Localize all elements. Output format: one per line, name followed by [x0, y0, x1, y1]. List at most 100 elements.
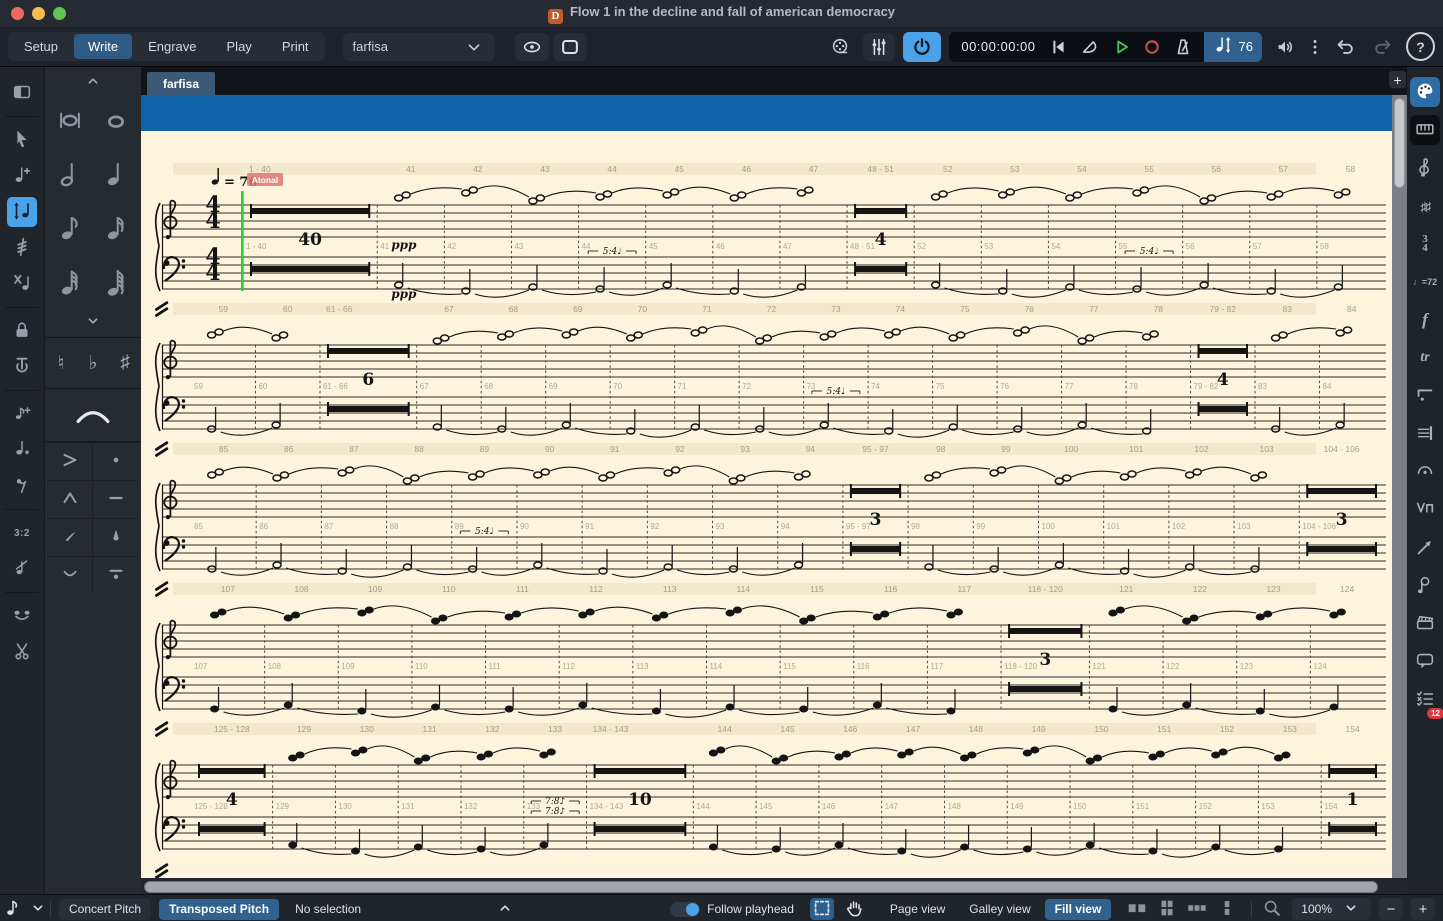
- tie-button[interactable]: [7, 601, 37, 631]
- mode-tab-print[interactable]: Print: [268, 34, 323, 59]
- system-2[interactable]: 59 60 61 - 66 67 68 69 70 71 72 73 74 75 76 77 78 79 - …: [151, 301, 1390, 441]
- staccato-tenuto-button[interactable]: [93, 557, 139, 594]
- unstress-button[interactable]: [47, 557, 93, 594]
- durations-scroll-down[interactable]: [82, 311, 104, 331]
- staccato-button[interactable]: [93, 443, 139, 480]
- sixteenth-note-button[interactable]: [95, 207, 137, 253]
- score-canvas[interactable]: 1 - 40 41 42 43 44 45 46 47 48 - 51 52 53 54 55 56 57 5…: [140, 131, 1393, 878]
- system-3[interactable]: 85 86 87 88 89 90 91 92 93 94 95 - 97 98 99 100 101 102…: [151, 441, 1390, 581]
- tempo-display[interactable]: 76: [1203, 31, 1262, 62]
- mode-tab-setup[interactable]: Setup: [10, 34, 72, 59]
- horizontal-scrollbar[interactable]: [140, 878, 1408, 894]
- eighth-note-button[interactable]: [49, 207, 91, 253]
- flow-selector[interactable]: farfisa: [342, 32, 495, 61]
- lines-button[interactable]: [1410, 533, 1440, 563]
- tenuto-button[interactable]: [93, 481, 139, 518]
- playhead-flag-button[interactable]: [1078, 35, 1102, 59]
- zoom-tool-button[interactable]: [1260, 898, 1284, 920]
- dynamics-button[interactable]: f: [1410, 305, 1440, 335]
- flat-button[interactable]: ♭: [78, 344, 108, 382]
- concert-pitch-button[interactable]: Concert Pitch: [59, 898, 152, 920]
- zoom-in-button[interactable]: +: [1411, 898, 1435, 920]
- sixtyfourth-note-button[interactable]: [95, 261, 137, 307]
- mixer-button[interactable]: [863, 32, 896, 61]
- insert-mode-button[interactable]: [7, 269, 37, 299]
- system-6-partial[interactable]: [151, 861, 1390, 878]
- select-arrow-button[interactable]: [7, 125, 37, 155]
- vertical-scrollbar[interactable]: [1392, 95, 1408, 878]
- hand-tool-button[interactable]: [842, 898, 866, 920]
- repeat-structures-button[interactable]: [1410, 381, 1440, 411]
- comments-button[interactable]: [1410, 647, 1440, 677]
- grace-note-slash-button[interactable]: [7, 554, 37, 584]
- sharp-button[interactable]: ♯: [110, 344, 140, 382]
- video-button[interactable]: [825, 34, 855, 60]
- metronome-button[interactable]: [1171, 35, 1195, 59]
- force-duration-button[interactable]: [7, 352, 37, 382]
- figured-bass-button[interactable]: [1410, 571, 1440, 601]
- zoom-out-button[interactable]: −: [1379, 898, 1403, 920]
- redo-button[interactable]: [1368, 34, 1398, 60]
- undo-button[interactable]: [1330, 34, 1360, 60]
- lock-durations-button[interactable]: [7, 316, 37, 346]
- window-mode-button[interactable]: [552, 32, 587, 61]
- pitch-before-duration-button[interactable]: [6, 197, 37, 227]
- transport-menu-button[interactable]: [1308, 34, 1322, 60]
- bars-barlines-button[interactable]: [1410, 419, 1440, 449]
- record-button[interactable]: [1140, 35, 1164, 59]
- spread-pairs-button[interactable]: [1125, 898, 1149, 920]
- tuplets-button[interactable]: 3:2: [7, 518, 37, 548]
- mode-tab-write[interactable]: Write: [73, 34, 133, 59]
- ornaments-button[interactable]: tr: [1410, 343, 1440, 373]
- slur-button[interactable]: [48, 395, 138, 439]
- tremolo-button[interactable]: [7, 233, 37, 263]
- follow-playhead-toggle[interactable]: [670, 901, 701, 917]
- stress-button[interactable]: [47, 519, 93, 556]
- audio-engine-button[interactable]: [903, 31, 942, 62]
- document-tab-farfisa[interactable]: farfisa: [146, 72, 215, 95]
- accent-button[interactable]: [47, 443, 93, 480]
- grace-notes-button[interactable]: [7, 399, 37, 429]
- pages-column-button[interactable]: [1215, 898, 1239, 920]
- pages-row-button[interactable]: [1185, 898, 1209, 920]
- add-tab-button[interactable]: +: [1389, 71, 1407, 88]
- rests-button[interactable]: [7, 471, 37, 501]
- marquee-tool-button[interactable]: [809, 898, 834, 920]
- horizontal-scrollbar-thumb[interactable]: [143, 881, 1378, 893]
- play-button[interactable]: [1109, 35, 1133, 59]
- go-to-start-button[interactable]: [1047, 35, 1071, 59]
- clefs-button[interactable]: [1410, 153, 1440, 183]
- natural-button[interactable]: ♮: [46, 344, 76, 382]
- system-1[interactable]: 1 - 40 41 42 43 44 45 46 47 48 - 51 52 53 54 55 56 57 5…: [151, 161, 1390, 301]
- quarter-note-button[interactable]: [95, 153, 137, 199]
- zoom-level-selector[interactable]: 100%: [1292, 898, 1371, 920]
- breve-note-button[interactable]: [49, 99, 91, 145]
- video-button[interactable]: [1410, 609, 1440, 639]
- key-signatures-button[interactable]: ♯♯: [1410, 191, 1440, 221]
- rhythm-dot-button[interactable]: [7, 435, 37, 465]
- system-5[interactable]: 125 - 128 129 130 131 132 133 134 - 143 144 145 1…: [151, 721, 1390, 861]
- view-button-page-view[interactable]: Page view: [880, 899, 955, 920]
- pages-grid-button[interactable]: [1155, 898, 1179, 920]
- mode-tab-play[interactable]: Play: [213, 34, 266, 59]
- system-4[interactable]: 107 108 109 110 111 112 113 114 115 116 117 118 - 1…: [151, 581, 1390, 721]
- time-signatures-button[interactable]: 34: [1410, 229, 1440, 259]
- note-input-button[interactable]: [7, 161, 37, 191]
- volume-button[interactable]: [1270, 34, 1300, 60]
- view-options-button[interactable]: [514, 32, 549, 61]
- help-button[interactable]: ?: [1406, 32, 1435, 61]
- mode-tab-engrave[interactable]: Engrave: [134, 34, 210, 59]
- view-button-fill-view[interactable]: Fill view: [1044, 898, 1112, 920]
- durations-scroll-up[interactable]: [82, 71, 104, 91]
- whole-note-button[interactable]: [95, 99, 137, 145]
- staccatissimo-button[interactable]: [93, 519, 139, 556]
- scissors-button[interactable]: [7, 637, 37, 667]
- transposed-pitch-button[interactable]: Transposed Pitch: [159, 898, 280, 920]
- bottom-panel-expander[interactable]: [493, 898, 517, 920]
- playing-techniques-button[interactable]: [1410, 495, 1440, 525]
- marcato-button[interactable]: [47, 481, 93, 518]
- onscreen-keyboard-button[interactable]: [1410, 115, 1441, 145]
- view-button-galley-view[interactable]: Galley view: [959, 899, 1040, 920]
- tempo-button[interactable]: ♩=72: [1410, 267, 1440, 297]
- panel-toggle-button[interactable]: [7, 78, 37, 108]
